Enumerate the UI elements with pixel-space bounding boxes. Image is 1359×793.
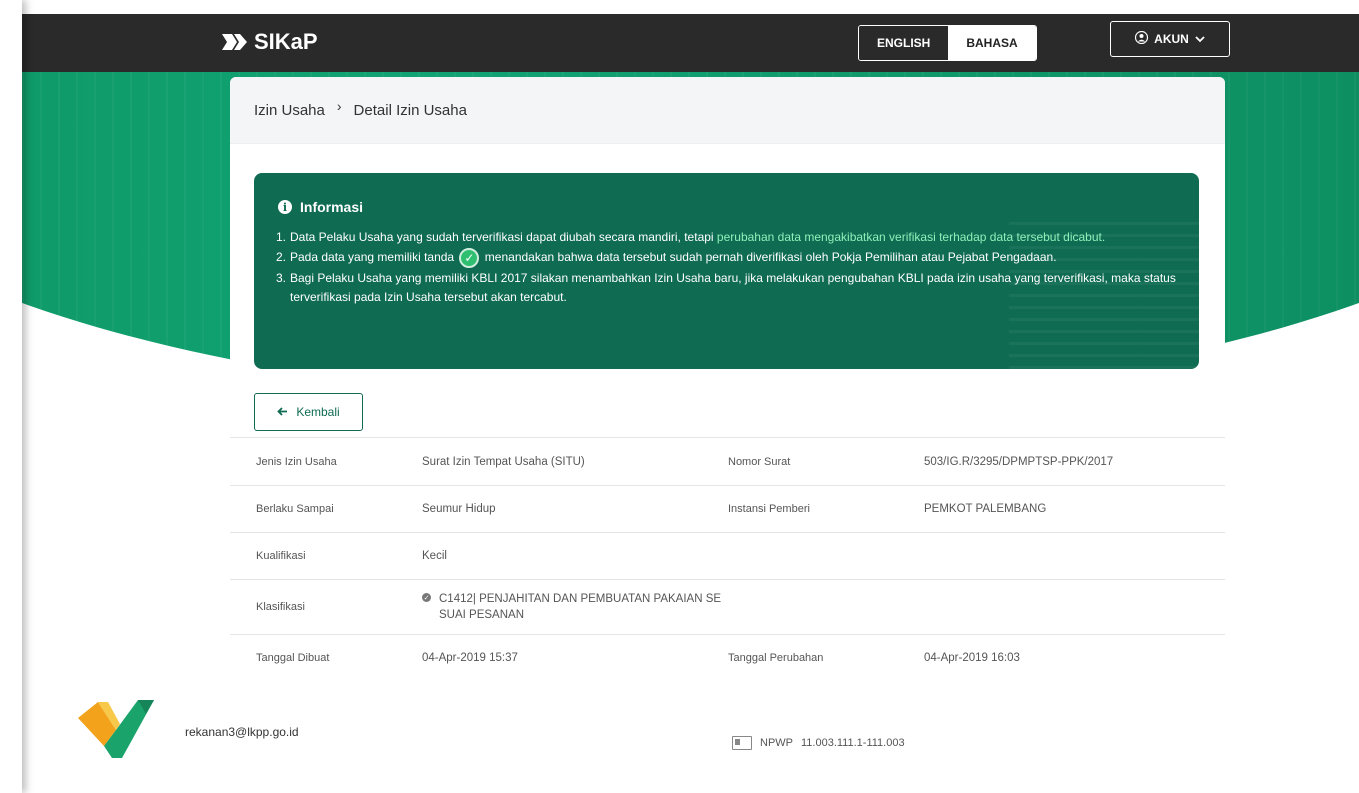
main-card: Izin Usaha › Detail Izin Usaha i Informa…: [230, 77, 1225, 677]
field-value: Seumur Hidup: [422, 503, 496, 515]
table-row: Jenis Izin Usaha Surat Izin Tempat Usaha…: [230, 437, 1225, 485]
info-item-2: 2. Pada data yang memiliki tanda ✓ menand…: [276, 248, 1176, 268]
info-list: 1. Data Pelaku Usaha yang sudah terverifi…: [276, 228, 1176, 308]
verified-check-icon: ✓: [422, 593, 431, 602]
table-row: Klasifikasi ✓ C1412| PENJAHITAN DAN PEMB…: [230, 579, 1225, 634]
chevron-down-icon: [1195, 32, 1205, 46]
field-value: PEMKOT PALEMBANG: [924, 503, 1047, 515]
classification-text: C1412| PENJAHITAN DAN PEMBUATAN PAKAIAN …: [439, 593, 722, 621]
field-value: Surat Izin Tempat Usaha (SITU): [422, 455, 585, 468]
account-label: AKUN: [1154, 32, 1189, 46]
language-switch: ENGLISH BAHASA: [858, 25, 1037, 61]
field-value: 503/IG.R/3295/DPMPTSP-PPK/2017: [924, 455, 1114, 468]
lang-english-button[interactable]: ENGLISH: [859, 26, 949, 60]
field-label: Nomor Surat: [728, 455, 791, 468]
table-row: Berlaku Sampai Seumur Hidup Instansi Pem…: [230, 485, 1225, 532]
npwp-info: NPWP 11.003.111.1-111.003: [732, 736, 905, 750]
info-item-1: 1. Data Pelaku Usaha yang sudah terverifi…: [276, 228, 1176, 247]
info-item-text: Data Pelaku Usaha yang sudah terverifika…: [290, 230, 717, 244]
id-card-icon: [732, 736, 752, 750]
chevron-right-icon: ›: [336, 98, 342, 114]
info-item-number: 2.: [276, 250, 287, 264]
info-item-number: 3.: [276, 271, 287, 285]
info-item-number: 1.: [276, 230, 287, 244]
info-icon: i: [278, 200, 292, 214]
account-menu-button[interactable]: AKUN: [1110, 21, 1230, 57]
table-row: Kualifikasi Kecil: [230, 532, 1225, 579]
detail-table: Jenis Izin Usaha Surat Izin Tempat Usaha…: [230, 437, 1225, 677]
npwp-value: 11.003.111.1-111.003: [801, 737, 905, 749]
info-item-text: Pada data yang memiliki tanda: [290, 250, 455, 265]
info-item-highlight: perubahan data mengakibatkan verifikasi …: [716, 230, 1106, 244]
app-logo[interactable]: SIKaP: [220, 29, 318, 55]
breadcrumb-parent-link[interactable]: Izin Usaha: [254, 102, 325, 119]
npwp-label: NPWP: [760, 737, 793, 749]
info-item-3: 3. Bagi Pelaku Usaha yang memiliki KBLI 2…: [276, 269, 1176, 307]
back-button-label: Kembali: [296, 405, 340, 419]
info-alert: i Informasi 1. Data Pelaku Usaha yang sud…: [254, 173, 1199, 369]
field-label: Jenis Izin Usaha: [256, 455, 337, 468]
verified-check-icon: ✓: [459, 248, 480, 268]
info-item-text: Bagi Pelaku Usaha yang memiliki KBLI 201…: [290, 271, 1176, 304]
breadcrumb: Izin Usaha › Detail Izin Usaha: [230, 77, 1225, 144]
info-item-text: menandakan bahwa data tersebut sudah per…: [484, 250, 1057, 265]
back-button[interactable]: Kembali: [254, 393, 363, 431]
top-navbar: SIKaP ENGLISH BAHASA AKUN: [22, 12, 1359, 72]
lang-bahasa-button[interactable]: BAHASA: [948, 26, 1036, 60]
arrow-left-icon: [277, 405, 288, 419]
field-label: Klasifikasi: [256, 601, 305, 613]
field-label: Instansi Pemberi: [728, 503, 810, 515]
info-title: i Informasi: [278, 199, 363, 215]
field-label: Berlaku Sampai: [256, 503, 334, 515]
footer-email: rekanan3@lkpp.go.id: [185, 725, 299, 739]
info-title-text: Informasi: [300, 199, 364, 215]
app-name: SIKaP: [254, 29, 318, 54]
breadcrumb-current: Detail Izin Usaha: [353, 101, 467, 119]
classification-item: ✓ C1412| PENJAHITAN DAN PEMBUATAN PAKAIA…: [422, 591, 739, 623]
field-value: Kecil: [422, 550, 447, 562]
user-icon: [1135, 30, 1149, 47]
sikap-logo-icon: [220, 30, 250, 54]
field-label: Kualifikasi: [256, 550, 306, 562]
field-value: ✓ C1412| PENJAHITAN DAN PEMBUATAN PAKAIA…: [422, 580, 728, 634]
footer: rekanan3@lkpp.go.id NPWP 11.003.111.1-11…: [22, 668, 1359, 793]
lkpp-logo-icon: [76, 696, 156, 760]
